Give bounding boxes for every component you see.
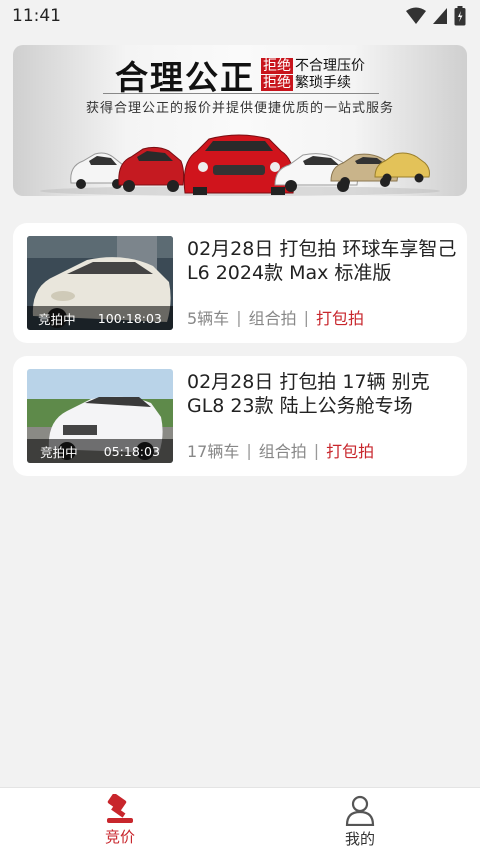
battery-icon [454, 6, 466, 26]
auction-mode: 组合拍 [248, 309, 297, 328]
banner-slogan-1: 拒绝 不合理压价 [261, 58, 365, 74]
gavel-icon [107, 794, 133, 823]
auction-meta: 17辆车 | 组合拍 | 打包拍 [187, 438, 374, 462]
auction-status: 竞拍中 [38, 311, 76, 327]
auction-package-tag: 打包拍 [326, 442, 375, 461]
auction-countdown: 05:18:03 [103, 443, 160, 459]
meta-separator: | [246, 440, 252, 460]
banner-subtitle: 获得合理公正的报价并提供便捷优质的一站式服务 [85, 101, 394, 116]
status-time: 11:41 [12, 6, 61, 26]
meta-separator: | [303, 307, 309, 327]
meta-separator: | [313, 440, 320, 460]
status-icons [406, 6, 466, 26]
status-bar: 11:41 [0, 0, 480, 32]
banner-title: 合理公正 [115, 58, 255, 97]
auction-card[interactable]: 竞拍中 100:18:03 02月28日 打包拍 环球车享智己L6 2024款 … [13, 223, 467, 343]
tab-label: 我的 [344, 830, 375, 848]
tab-label: 竞价 [104, 828, 135, 846]
auction-status-bar: 竞拍中 100:18:03 [27, 306, 173, 330]
banner-headline: 合理公正 拒绝 不合理压价 拒绝 繁琐手续 [13, 51, 467, 99]
tab-profile[interactable]: 我的 [240, 788, 480, 854]
auction-status-bar: 竞拍中 05:18:03 [27, 439, 173, 463]
meta-separator: | [236, 307, 242, 327]
auction-card[interactable]: 竞拍中 05:18:03 02月28日 打包拍 17辆 别克GL8 23款 陆上… [13, 356, 467, 476]
banner-cars-illustration [40, 134, 440, 196]
banner-slogans: 拒绝 不合理压价 拒绝 繁琐手续 [261, 58, 365, 92]
auction-thumbnail: 竞拍中 100:18:03 [27, 236, 173, 330]
bottom-tab-bar: 竞价 我的 [0, 787, 480, 854]
auction-countdown: 100:18:03 [97, 310, 162, 326]
auction-thumbnail: 竞拍中 05:18:03 [27, 369, 173, 463]
wifi-icon [406, 7, 426, 24]
auction-mode: 组合拍 [258, 442, 307, 461]
auction-status: 竞拍中 [40, 444, 78, 460]
banner-slogan-2: 拒绝 繁琐手续 [261, 75, 351, 91]
auction-title: 02月28日 打包拍 17辆 别克GL8 23款 陆上公务舱专场 [187, 371, 430, 417]
signal-icon [433, 8, 447, 24]
banner-divider [103, 93, 379, 94]
auction-title: 02月28日 打包拍 环球车享智己L6 2024款 Max 标准版 [187, 238, 457, 284]
person-icon [345, 795, 375, 826]
auction-meta: 5辆车 | 组合拍 | 打包拍 [187, 305, 364, 329]
auction-package-tag: 打包拍 [315, 309, 364, 328]
promo-banner[interactable]: 合理公正 拒绝 不合理压价 拒绝 繁琐手续 获得合理公正的报价并提供便捷优质的一站式… [13, 45, 467, 196]
tab-bidding[interactable]: 竞价 [0, 788, 240, 854]
auction-vehicle-count: 17辆车 [187, 442, 240, 461]
auction-vehicle-count: 5辆车 [187, 309, 230, 328]
